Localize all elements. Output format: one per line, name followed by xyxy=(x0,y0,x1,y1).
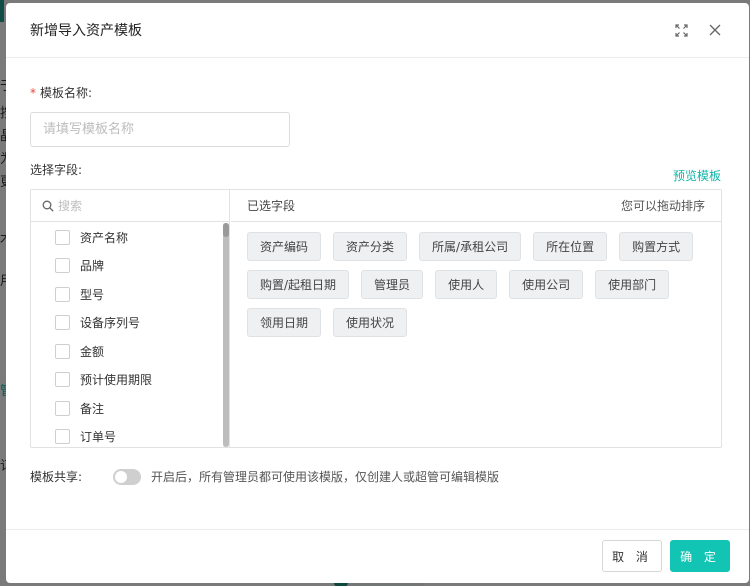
import-template-dialog: 新增导入资产模板 * 模板名称: 选择字段: 预览模板 资产名称品牌型号设备序列号… xyxy=(6,3,749,583)
required-mark: * xyxy=(30,86,36,100)
field-search-input[interactable] xyxy=(58,198,208,213)
selected-field-tag[interactable]: 所在位置 xyxy=(533,232,608,261)
template-share-label: 模板共享: xyxy=(30,470,83,484)
selected-field-tag[interactable]: 使用公司 xyxy=(509,270,584,299)
selected-field-tag[interactable]: 购置方式 xyxy=(619,232,694,261)
field-option[interactable]: 品牌 xyxy=(31,252,223,281)
field-option-label: 资产名称 xyxy=(80,230,129,245)
field-list-scrollbar[interactable] xyxy=(223,223,229,447)
toggle-knob xyxy=(115,471,127,483)
selected-field-tag[interactable]: 使用部门 xyxy=(595,270,670,299)
selected-fields-pane: 已选字段 您可以拖动排序 资产编码 资产分类 所属/承租公司 所在位置 购置方式购置/起… xyxy=(231,190,721,447)
selected-fields-title: 已选字段 xyxy=(247,199,296,213)
dialog-footer: 取 消 确 定 xyxy=(6,529,749,583)
drag-sort-hint: 您可以拖动排序 xyxy=(620,199,705,213)
selected-field-tag[interactable]: 使用状况 xyxy=(333,308,408,337)
field-option-label: 订单号 xyxy=(80,430,117,445)
preview-template-link[interactable]: 预览模板 xyxy=(673,167,721,184)
field-checkbox[interactable] xyxy=(55,343,70,359)
selected-field-tag[interactable]: 领用日期 xyxy=(247,308,322,337)
select-fields-label: 选择字段: xyxy=(30,163,83,177)
field-option[interactable]: 订单号 xyxy=(31,423,223,448)
field-checkbox[interactable] xyxy=(55,229,70,245)
selected-fields-list: 资产编码 资产分类 所属/承租公司 所在位置 购置方式购置/起租日期 管理员 使用人 使用公司… xyxy=(231,222,711,346)
confirm-button[interactable]: 确 定 xyxy=(670,540,730,572)
selected-field-tag[interactable]: 购置/起租日期 xyxy=(247,270,350,299)
field-option-label: 品牌 xyxy=(80,259,105,274)
field-picker: 资产名称品牌型号设备序列号金额预计使用期限备注订单号 已选字段 您可以拖动排序 … xyxy=(30,189,722,448)
field-search xyxy=(31,190,230,222)
available-fields-list: 资产名称品牌型号设备序列号金额预计使用期限 备注订单号 xyxy=(31,223,223,447)
field-option-label: 设备序列号 xyxy=(80,316,141,331)
field-option-label: 型号 xyxy=(80,287,105,302)
selected-field-tag[interactable]: 资产分类 xyxy=(333,232,408,261)
scrollbar-thumb[interactable] xyxy=(223,223,229,447)
dialog-header: 新增导入资产模板 xyxy=(6,3,749,58)
selected-field-tag[interactable]: 资产编码 xyxy=(247,232,322,261)
selected-field-tag[interactable]: 管理员 xyxy=(361,270,424,299)
field-checkbox[interactable] xyxy=(55,372,70,388)
field-option[interactable]: 资产名称 xyxy=(31,223,223,252)
field-option-label: 预计使用期限 xyxy=(80,373,153,388)
expand-icon[interactable] xyxy=(671,20,691,40)
close-icon[interactable] xyxy=(705,20,725,40)
available-fields-pane: 资产名称品牌型号设备序列号金额预计使用期限备注订单号 xyxy=(31,190,230,447)
field-checkbox[interactable] xyxy=(55,315,70,331)
field-option[interactable]: 设备序列号 xyxy=(31,309,223,338)
selected-fields-header: 已选字段 您可以拖动排序 xyxy=(231,190,721,222)
field-checkbox[interactable] xyxy=(55,286,70,302)
field-option-label: 备注 xyxy=(80,401,105,416)
field-option-label: 金额 xyxy=(80,344,105,359)
field-checkbox[interactable] xyxy=(55,258,70,274)
dialog-title: 新增导入资产模板 xyxy=(30,23,142,39)
template-share-toggle[interactable] xyxy=(113,469,141,485)
selected-field-tag[interactable]: 所属/承租公司 xyxy=(419,232,522,261)
field-option[interactable]: 型号 xyxy=(31,280,223,309)
field-checkbox[interactable] xyxy=(55,429,70,445)
field-checkbox[interactable] xyxy=(55,400,70,416)
field-option[interactable]: 备注 xyxy=(31,394,223,423)
field-option[interactable]: 预计使用期限 xyxy=(31,366,223,395)
template-name-label: * 模板名称: xyxy=(30,84,92,101)
template-name-input[interactable] xyxy=(30,112,290,147)
scrollbar-thumb-top xyxy=(223,223,229,237)
template-name-label-text: 模板名称: xyxy=(40,86,93,100)
search-icon xyxy=(42,200,54,212)
field-option[interactable]: 金额 xyxy=(31,337,223,366)
template-share-description: 开启后，所有管理员都可使用该模版，仅创建人或超管可编辑模版 xyxy=(151,470,500,484)
cancel-button[interactable]: 取 消 xyxy=(602,540,662,572)
selected-field-tag[interactable]: 使用人 xyxy=(435,270,498,299)
